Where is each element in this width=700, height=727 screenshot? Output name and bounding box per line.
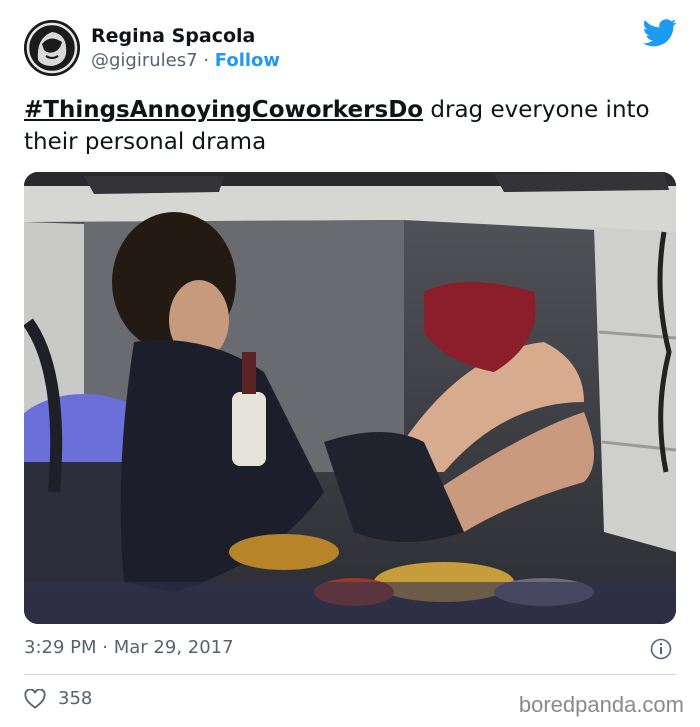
tweet-timestamp[interactable]: 3:29 PM · Mar 29, 2017 [24, 637, 234, 658]
heart-icon [24, 688, 46, 709]
tweet-time: 3:29 PM [24, 637, 97, 658]
twitter-bird-icon[interactable] [643, 18, 677, 48]
timestamp-separator: · [102, 637, 108, 658]
handle-separator: · [203, 50, 210, 71]
tweet-media[interactable] [24, 172, 676, 624]
hashtag-link[interactable]: #ThingsAnnoyingCoworkersDo [24, 97, 423, 123]
watermark: boredpanda.com [518, 692, 684, 717]
like-count: 358 [58, 688, 93, 709]
info-icon[interactable] [650, 638, 672, 660]
avatar-portrait-icon [24, 20, 80, 76]
office-desk-photo [24, 172, 676, 624]
like-button[interactable]: 358 [24, 688, 92, 709]
follow-button[interactable]: Follow [215, 50, 280, 71]
author-handle-row: @gigirules7 · Follow [91, 50, 280, 71]
avatar[interactable] [24, 20, 80, 76]
tweet-date: Mar 29, 2017 [113, 637, 234, 658]
author-handle[interactable]: @gigirules7 [91, 50, 198, 71]
tweet-text: #ThingsAnnoyingCoworkersDo drag everyone… [24, 94, 684, 158]
author-name[interactable]: Regina Spacola [91, 25, 255, 47]
footer-divider [24, 674, 676, 675]
